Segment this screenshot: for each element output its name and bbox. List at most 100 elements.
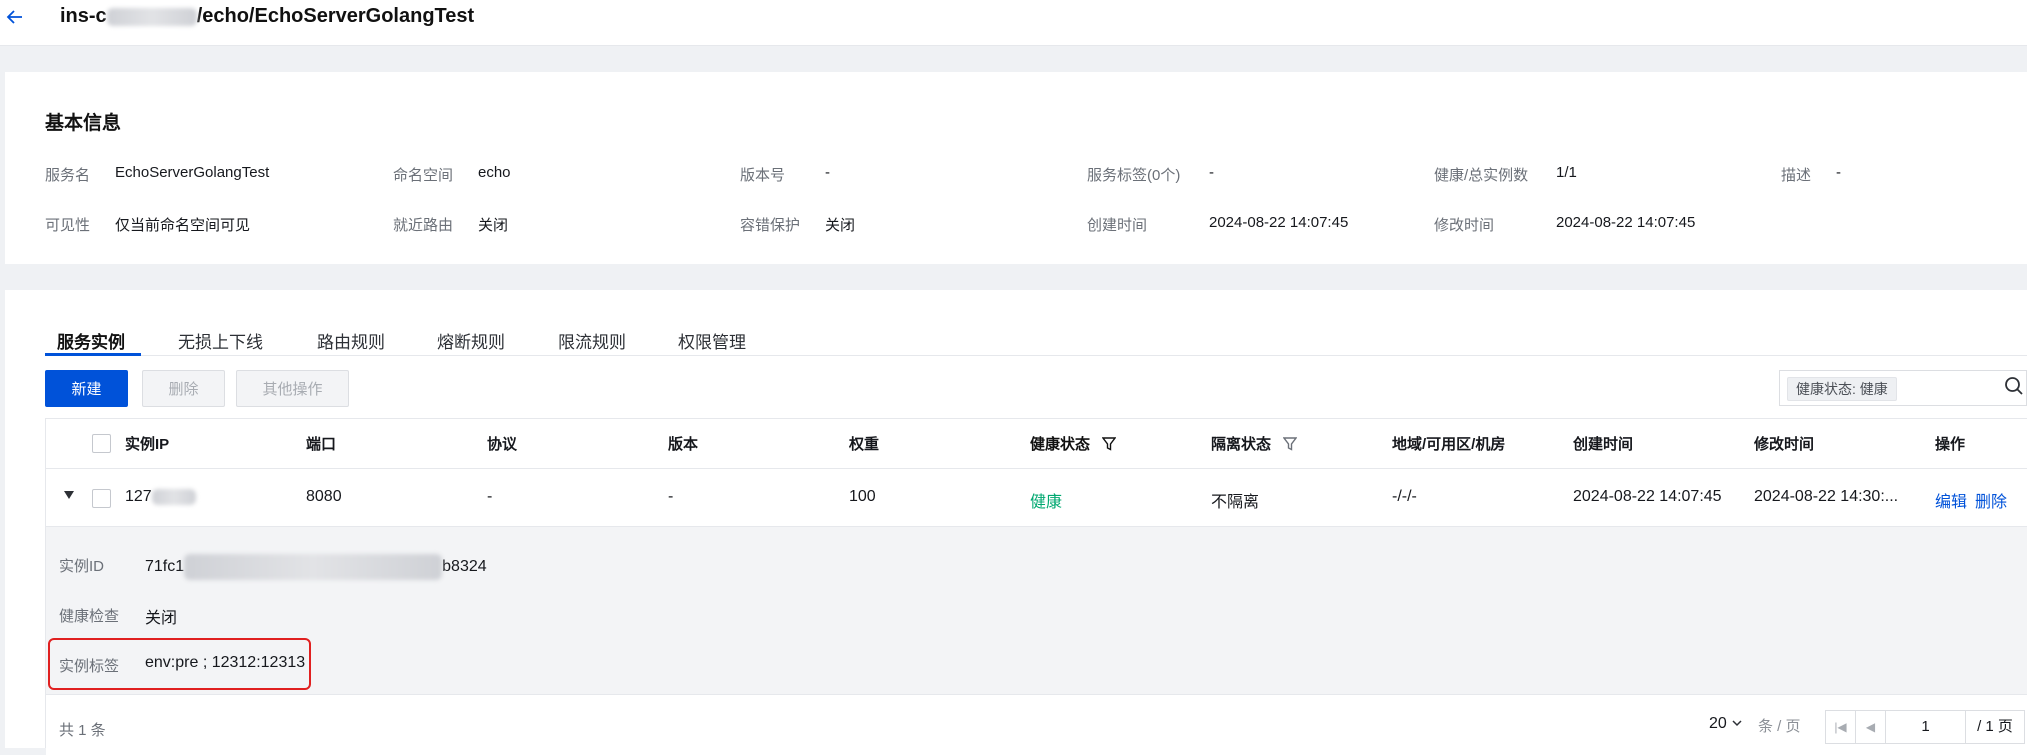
tab-permission-management[interactable]: 权限管理 [678,328,746,353]
redacted-blur [151,488,196,505]
instances-card: 服务实例 无损上下线 路由规则 熔断规则 限流规则 权限管理 新建 删除 其他操… [5,290,2027,755]
total-pages: / 1 页 [1977,718,2013,735]
instance-id-prefix: 71fc1 [145,558,185,576]
search-icon[interactable] [2004,376,2024,396]
info-value: - [825,164,830,181]
tabs-divider [45,355,2027,356]
delete-link[interactable]: 删除 [1975,488,2007,512]
info-value: 关闭 [825,217,856,234]
info-label: 服务名 [45,167,91,184]
back-arrow-icon[interactable] [6,4,26,30]
redacted-blur [184,554,443,580]
tab-routing-rules[interactable]: 路由规则 [317,328,385,353]
table-footer: 共 1 条 20 条 / 页 |◀ ◀ 1 / 1 页 [46,695,2027,755]
filter-tag[interactable]: 健康状态: 健康 [1787,377,1897,401]
cell-created-time: 2024-08-22 14:07:45 [1573,488,1722,505]
total-count: 共 1 条 [59,722,106,739]
row-detail-panel: 实例ID 71fc1 b8324 健康检查 关闭 实例标签 env:pre ; 1… [46,527,2027,695]
prev-page-icon[interactable]: ◀ [1856,711,1886,743]
active-tab-indicator [45,353,141,356]
page-size-unit: 条 / 页 [1758,718,1801,735]
info-instance-count: 健康/总实例数 1/1 [1434,164,1577,185]
instance-id-value: 71fc1 b8324 [145,554,487,580]
top-bar: ins-c/echo/EchoServerGolangTest [0,0,2027,46]
ip-prefix: 127 [125,488,152,505]
info-namespace: 命名空间 echo [393,164,511,185]
info-label: 版本号 [740,167,786,184]
info-version: 版本号 - [740,164,830,185]
page-size-select[interactable]: 20 [1709,715,1743,733]
col-protocol: 协议 [487,436,518,453]
edit-link[interactable]: 编辑 [1935,488,1967,512]
row-checkbox[interactable] [92,489,111,508]
col-created-time: 创建时间 [1573,436,1634,453]
info-label: 描述 [1781,167,1812,184]
tab-lossless-online-offline[interactable]: 无损上下线 [178,328,263,353]
basic-info-title: 基本信息 [45,113,122,134]
table-header: 实例IP 端口 协议 版本 权重 健康状态 隔离状态 地域/可用区/机房 创建时… [46,419,2027,469]
info-fault-tolerance: 容错保护 关闭 [740,214,855,235]
info-nearby-routing: 就近路由 关闭 [393,214,508,235]
col-isolation-status[interactable]: 隔离状态 [1211,433,1298,455]
cell-health-status: 健康 [1030,494,1063,511]
page-input[interactable]: 1 [1886,711,1966,743]
col-port: 端口 [306,436,337,453]
info-description: 描述 - [1781,164,1841,185]
col-region: 地域/可用区/机房 [1392,436,1506,453]
col-isolation-status-label: 隔离状态 [1211,436,1272,453]
search-input[interactable]: 健康状态: 健康 [1779,370,2027,406]
tab-circuit-breaker-rules[interactable]: 熔断规则 [437,328,505,353]
tab-rate-limit-rules[interactable]: 限流规则 [558,328,626,353]
cell-protocol: - [487,488,493,505]
page-title: ins-c/echo/EchoServerGolangTest [60,2,474,30]
info-modified-time: 修改时间 2024-08-22 14:07:45 [1434,214,1695,235]
info-label: 就近路由 [393,217,454,234]
highlight-annotation-box [48,638,311,690]
cell-modified-time: 2024-08-22 14:30:... [1754,488,1899,505]
pager: |◀ ◀ 1 / 1 页 [1825,710,2025,744]
info-label: 健康/总实例数 [1434,167,1529,184]
select-all-checkbox[interactable] [92,434,111,453]
expand-caret-icon[interactable] [64,491,74,499]
info-value: - [1836,164,1841,181]
info-service-name: 服务名 EchoServerGolangTest [45,164,269,185]
info-value: 2024-08-22 14:07:45 [1209,214,1349,231]
page-size-value: 20 [1709,715,1727,732]
info-label: 可见性 [45,217,91,234]
info-value: 仅当前命名空间可见 [115,217,251,234]
title-prefix: ins-c [60,5,107,27]
cell-isolation-status: 不隔离 [1211,494,1260,511]
redacted-blur [106,7,197,26]
new-button[interactable]: 新建 [45,370,128,407]
info-value: 2024-08-22 14:07:45 [1556,214,1696,231]
filter-icon[interactable] [1101,437,1117,455]
col-modified-time: 修改时间 [1754,436,1815,453]
cell-weight: 100 [849,488,876,505]
cell-instance-ip: 127 [125,488,196,506]
info-value: 关闭 [478,217,509,234]
col-actions: 操作 [1935,436,1966,453]
col-version: 版本 [668,436,699,453]
instance-id-label: 实例ID [59,558,105,575]
more-actions-button[interactable]: 其他操作 [236,370,349,407]
instance-id-suffix: b8324 [442,558,487,576]
info-label: 创建时间 [1087,217,1148,234]
info-value: echo [478,164,511,181]
col-health-status[interactable]: 健康状态 [1030,433,1117,455]
health-check-value: 关闭 [145,610,178,627]
info-label: 命名空间 [393,167,454,184]
info-label: 容错保护 [740,217,801,234]
cell-region: -/-/- [1392,488,1417,505]
info-label: 修改时间 [1434,217,1495,234]
tab-service-instances[interactable]: 服务实例 [57,328,125,353]
info-service-tags: 服务标签(0个) - [1087,164,1214,185]
delete-button[interactable]: 删除 [142,370,225,407]
title-suffix: /echo/EchoServerGolangTest [196,5,475,27]
info-visibility: 可见性 仅当前命名空间可见 [45,214,250,235]
info-value: - [1209,164,1214,181]
cell-version: - [668,488,674,505]
first-page-icon[interactable]: |◀ [1826,711,1856,743]
instances-table: 实例IP 端口 协议 版本 权重 健康状态 隔离状态 地域/可用区/机房 创建时… [45,418,2027,755]
info-value: EchoServerGolangTest [115,164,270,181]
filter-icon[interactable] [1282,437,1298,455]
